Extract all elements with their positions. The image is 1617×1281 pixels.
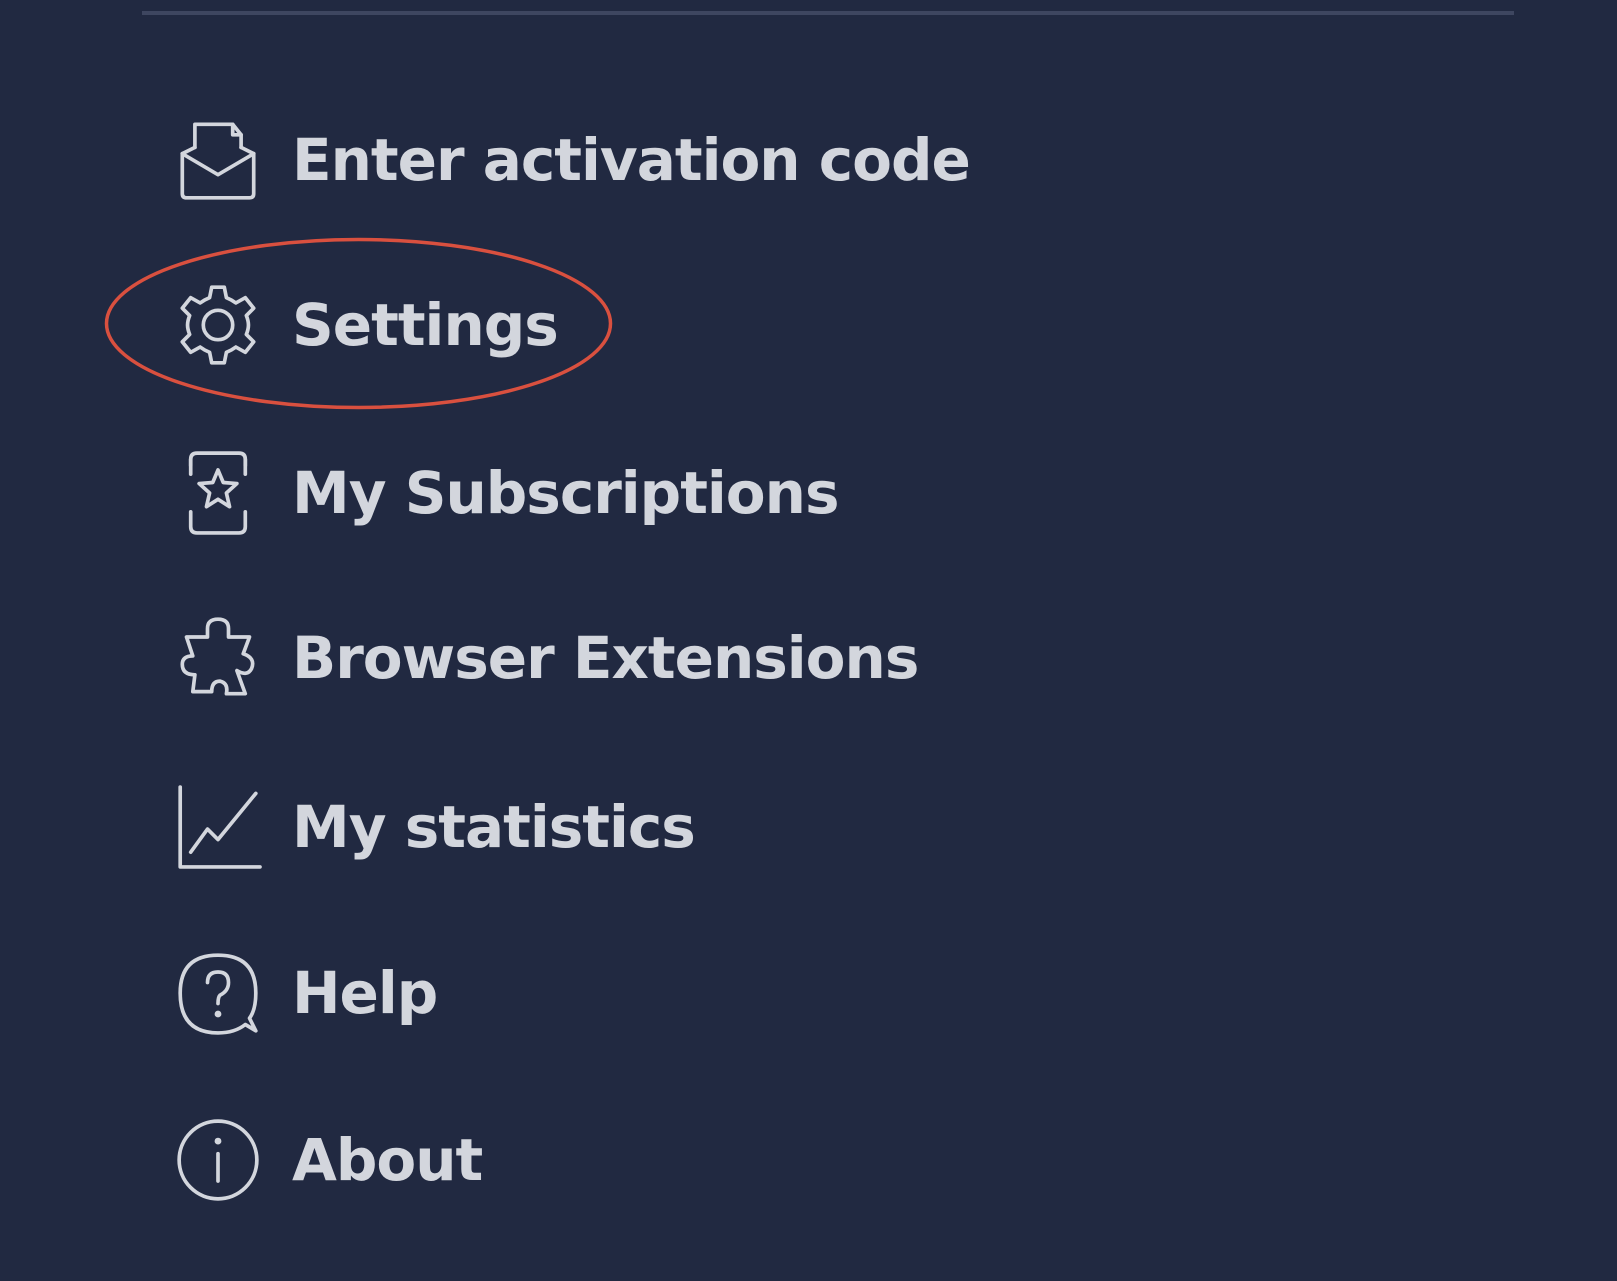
menu-item-browser-extensions[interactable]: Browser Extensions — [150, 603, 1050, 713]
top-divider — [142, 11, 1514, 15]
menu-item-help[interactable]: Help — [150, 938, 1050, 1048]
menu-item-label: Enter activation code — [292, 126, 971, 194]
menu-item-label: My statistics — [292, 793, 696, 861]
question-bubble-icon — [176, 947, 268, 1039]
menu-item-about[interactable]: About — [150, 1105, 1050, 1215]
sidebar-menu-panel: Enter activation code Settings My Subscr… — [0, 0, 1617, 1281]
menu-item-settings[interactable]: Settings — [150, 270, 1050, 380]
line-chart-icon — [176, 781, 268, 873]
menu-item-label: About — [292, 1126, 483, 1194]
menu-item-label: My Subscriptions — [292, 459, 839, 527]
menu-item-my-subscriptions[interactable]: My Subscriptions — [150, 438, 1050, 548]
menu-item-my-statistics[interactable]: My statistics — [150, 772, 1050, 882]
envelope-open-icon — [176, 114, 268, 206]
gear-icon — [176, 279, 268, 371]
info-circle-icon — [176, 1114, 268, 1206]
subscription-star-icon — [176, 447, 268, 539]
menu-item-label: Help — [292, 959, 438, 1027]
menu-item-enter-activation-code[interactable]: Enter activation code — [150, 105, 1050, 215]
menu-item-label: Browser Extensions — [292, 624, 919, 692]
puzzle-piece-icon — [176, 612, 268, 704]
menu-item-label: Settings — [292, 291, 559, 359]
